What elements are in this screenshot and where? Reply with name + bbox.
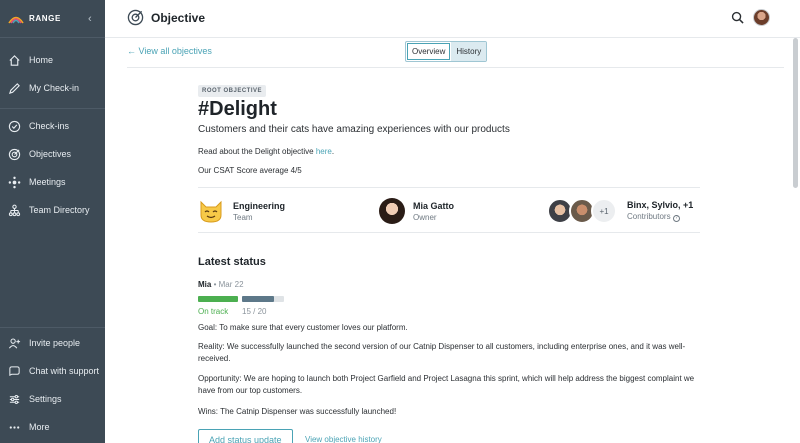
- status-goal: Goal: To make sure that every customer l…: [198, 323, 408, 332]
- on-track-bar: [198, 296, 238, 302]
- owner-name: Mia Gatto: [413, 200, 455, 211]
- sidebar: RANGE ‹ Home My Check-in Check-ins Objec…: [0, 0, 105, 443]
- meetings-icon: [8, 176, 21, 188]
- team-name: Engineering: [233, 200, 286, 211]
- sidebar-bottom-nav: Invite people Chat with support Settings…: [0, 329, 105, 441]
- sidebar-item-team-directory[interactable]: Team Directory: [0, 196, 105, 224]
- sidebar-item-settings[interactable]: Settings: [0, 385, 105, 413]
- tab-overview[interactable]: Overview: [407, 43, 451, 60]
- sidebar-item-label: Check-ins: [29, 121, 70, 131]
- contributors-role-label: Contributors: [627, 212, 671, 221]
- scrollbar[interactable]: [793, 38, 798, 188]
- status-author: Mia • Mar 22: [198, 280, 244, 289]
- objective-subtitle: Customers and their cats have amazing ex…: [198, 124, 510, 135]
- target-icon: [127, 9, 144, 26]
- progress-fill: [242, 296, 274, 302]
- latest-status-heading: Latest status: [198, 256, 266, 268]
- more-contributors-count: +1: [591, 198, 617, 224]
- sidebar-item-label: Chat with support: [29, 366, 100, 376]
- add-user-icon: [8, 338, 21, 348]
- tab-history[interactable]: History: [451, 42, 487, 61]
- team-role: Team: [233, 212, 253, 222]
- sidebar-item-label: Settings: [29, 394, 62, 404]
- subnav: ← View all objectives Overview History: [127, 38, 784, 68]
- help-icon[interactable]: ?: [672, 215, 680, 222]
- contributors-card[interactable]: +1 Binx, Sylvio, +1 Contributors ?: [547, 197, 693, 225]
- cat-face-icon: [200, 200, 222, 223]
- objective-read-text: Read about the Delight objective here.: [198, 147, 334, 156]
- contributors-names: Binx, Sylvio, +1: [627, 200, 694, 210]
- user-avatar[interactable]: [753, 9, 770, 26]
- sidebar-item-invite-people[interactable]: Invite people: [0, 329, 105, 357]
- delight-objective-link[interactable]: here: [316, 147, 332, 156]
- sidebar-item-home[interactable]: Home: [0, 46, 105, 74]
- sidebar-item-label: Meetings: [29, 177, 66, 187]
- sidebar-item-label: Invite people: [29, 338, 81, 348]
- sidebar-mid-nav: Check-ins Objectives Meetings Team Direc…: [0, 112, 105, 224]
- target-icon: [8, 148, 21, 160]
- page-title: Objective: [151, 11, 206, 25]
- sidebar-item-label: My Check-in: [29, 83, 80, 93]
- sidebar-item-label: Team Directory: [29, 205, 90, 215]
- org-chart-icon: [8, 204, 21, 216]
- sidebar-item-my-check-in[interactable]: My Check-in: [0, 74, 105, 102]
- owner-avatar: [379, 198, 405, 224]
- progress-label: 15 / 20: [242, 307, 267, 316]
- read-prefix: Read about the Delight objective: [198, 147, 316, 156]
- view-toggle: Overview History: [405, 41, 488, 62]
- sidebar-divider: [0, 108, 105, 109]
- root-objective-badge: ROOT OBJECTIVE: [198, 85, 267, 97]
- sidebar-item-label: More: [29, 422, 50, 432]
- sidebar-item-label: Objectives: [29, 149, 72, 159]
- team-card[interactable]: Engineering Team: [198, 197, 285, 225]
- objective-people: Engineering Team Mia Gatto Owner +1 Binx…: [198, 187, 700, 233]
- author-name: Mia: [198, 280, 212, 289]
- sidebar-item-meetings[interactable]: Meetings: [0, 168, 105, 196]
- status-opportunity: Opportunity: We are hoping to launch bot…: [198, 374, 695, 395]
- view-all-objectives-link[interactable]: ← View all objectives: [127, 46, 212, 56]
- view-objective-history-link[interactable]: View objective history: [305, 435, 382, 443]
- top-bar: Objective: [105, 0, 800, 38]
- sidebar-item-chat-with-support[interactable]: Chat with support: [0, 357, 105, 385]
- on-track-label: On track: [198, 307, 229, 316]
- sidebar-item-more[interactable]: More: [0, 413, 105, 441]
- read-suffix: .: [331, 147, 335, 156]
- collapse-sidebar-icon[interactable]: ‹: [88, 13, 92, 25]
- contributors-role: Contributors ?: [627, 212, 693, 222]
- owner-role: Owner: [413, 212, 437, 222]
- objective-title: #Delight: [198, 98, 277, 120]
- owner-card[interactable]: Mia Gatto Owner: [379, 197, 454, 225]
- search-icon[interactable]: [731, 11, 744, 24]
- check-circle-icon: [8, 120, 21, 132]
- status-reality: Reality: We successfully launched the se…: [198, 342, 686, 363]
- csat-text: Our CSAT Score average 4/5: [198, 166, 302, 175]
- pencil-icon: [8, 82, 20, 94]
- home-icon: [9, 54, 20, 66]
- sidebar-divider: [0, 327, 105, 328]
- add-status-update-button[interactable]: Add status update: [198, 429, 293, 443]
- sidebar-item-label: Home: [29, 55, 54, 65]
- chat-icon: [9, 365, 20, 376]
- sidebar-item-check-ins[interactable]: Check-ins: [0, 112, 105, 140]
- more-dots-icon: [9, 425, 20, 429]
- range-logo-icon: [8, 16, 24, 23]
- status-date: Mar 22: [218, 280, 244, 289]
- sidebar-top-nav: Home My Check-in: [0, 46, 105, 102]
- sliders-icon: [9, 394, 20, 404]
- sidebar-item-objectives[interactable]: Objectives: [0, 140, 105, 168]
- brand-name: RANGE: [29, 14, 61, 23]
- contributor-avatars: +1: [547, 198, 617, 224]
- status-wins: Wins: The Catnip Dispenser was successfu…: [198, 407, 397, 416]
